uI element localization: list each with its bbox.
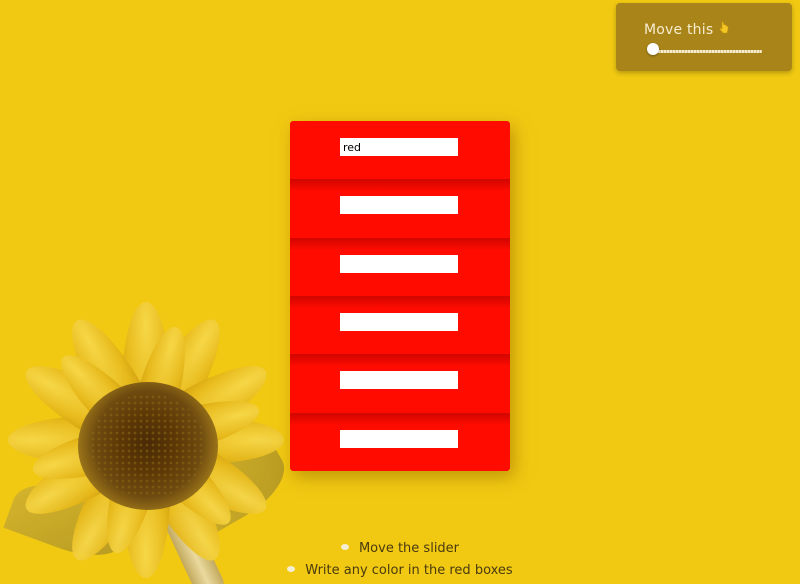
color-input-5[interactable] [340,371,458,390]
color-box-stack [290,121,510,471]
instruction-item: Move the slider [0,538,800,560]
color-box-5 [290,354,510,413]
slider-track[interactable] [652,50,762,53]
color-box-1 [290,121,510,180]
instruction-text: Move the slider [358,541,460,556]
color-input-4[interactable] [340,312,458,331]
color-box-6 [290,412,510,471]
sunflower-seeds [90,394,206,498]
instruction-text: Write any color in the red boxes [305,563,513,578]
color-input-1[interactable] [340,138,458,156]
slider-panel: Move this [616,3,792,71]
color-box-4 [290,295,510,355]
instruction-item: Write any color in the red boxes [0,560,800,582]
slider-thumb[interactable] [647,43,659,55]
color-input-3[interactable] [340,254,458,273]
pointing-hand-icon [719,21,729,35]
slider-panel-title: Move this [644,20,729,38]
page: Move this Move the slider Write any [0,0,800,584]
color-input-2[interactable] [340,196,458,215]
color-input-6[interactable] [340,429,458,448]
instructions-list: Move the slider Write any color in the r… [0,538,800,582]
color-box-3 [290,237,510,296]
bullet-icon [340,544,349,550]
bullet-icon [287,566,296,572]
slider-panel-label: Move this [644,22,714,38]
color-box-2 [290,179,510,238]
